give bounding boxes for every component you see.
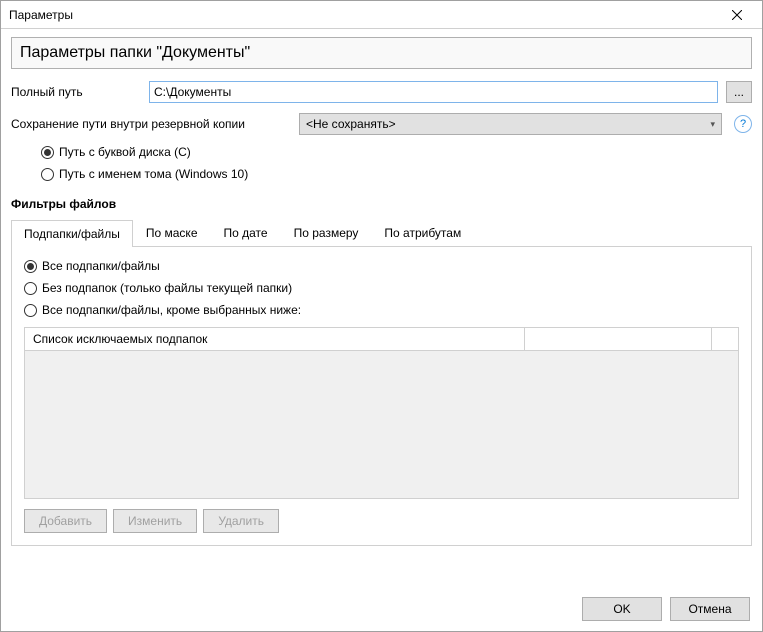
radio-volume-name-label[interactable]: Путь с именем тома (Windows 10) [59,167,248,181]
edit-button[interactable]: Изменить [113,509,197,533]
cancel-button[interactable]: Отмена [670,597,750,621]
fullpath-label: Полный путь [11,85,141,99]
tabs: Подпапки/файлы По маске По дате По разме… [11,219,752,247]
exclude-table: Список исключаемых подпапок [24,327,739,499]
tab-by-date[interactable]: По дате [211,219,281,246]
savepath-label: Сохранение пути внутри резервной копии [11,117,291,131]
close-icon [732,10,742,20]
delete-button[interactable]: Удалить [203,509,279,533]
fullpath-input[interactable] [149,81,718,103]
add-button[interactable]: Добавить [24,509,107,533]
tab-subfolders[interactable]: Подпапки/файлы [11,220,133,247]
column-spacer-1[interactable] [525,328,712,350]
window-title: Параметры [9,8,716,22]
radio-exclude-selected-label[interactable]: Все подпапки/файлы, кроме выбранных ниже… [42,303,301,317]
ok-button[interactable]: OK [582,597,662,621]
radio-no-subfolders[interactable] [24,282,37,295]
page-heading-text: Параметры папки "Документы" [20,44,250,61]
tab-by-size[interactable]: По размеру [281,219,372,246]
savepath-select[interactable]: <Не сохранять> ▾ [299,113,722,135]
column-excluded-subfolders[interactable]: Список исключаемых подпапок [25,328,525,350]
savepath-select-value: <Не сохранять> [306,117,396,131]
filters-title: Фильтры файлов [11,197,752,211]
radio-exclude-selected[interactable] [24,304,37,317]
help-icon[interactable]: ? [734,115,752,133]
radio-drive-letter-label[interactable]: Путь с буквой диска (C) [59,145,191,159]
table-header: Список исключаемых подпапок [25,328,738,351]
tab-content: Все подпапки/файлы Без подпапок (только … [11,247,752,546]
close-button[interactable] [716,2,758,28]
radio-all-subfolders[interactable] [24,260,37,273]
tab-by-attributes[interactable]: По атрибутам [371,219,474,246]
chevron-down-icon: ▾ [710,119,715,130]
radio-drive-letter[interactable] [41,146,54,159]
tab-by-mask[interactable]: По маске [133,219,211,246]
radio-no-subfolders-label[interactable]: Без подпапок (только файлы текущей папки… [42,281,292,295]
column-spacer-2[interactable] [712,328,738,350]
titlebar: Параметры [1,1,762,29]
radio-all-subfolders-label[interactable]: Все подпапки/файлы [42,259,160,273]
page-heading: Параметры папки "Документы" [11,37,752,69]
radio-volume-name[interactable] [41,168,54,181]
browse-button[interactable]: ... [726,81,752,103]
